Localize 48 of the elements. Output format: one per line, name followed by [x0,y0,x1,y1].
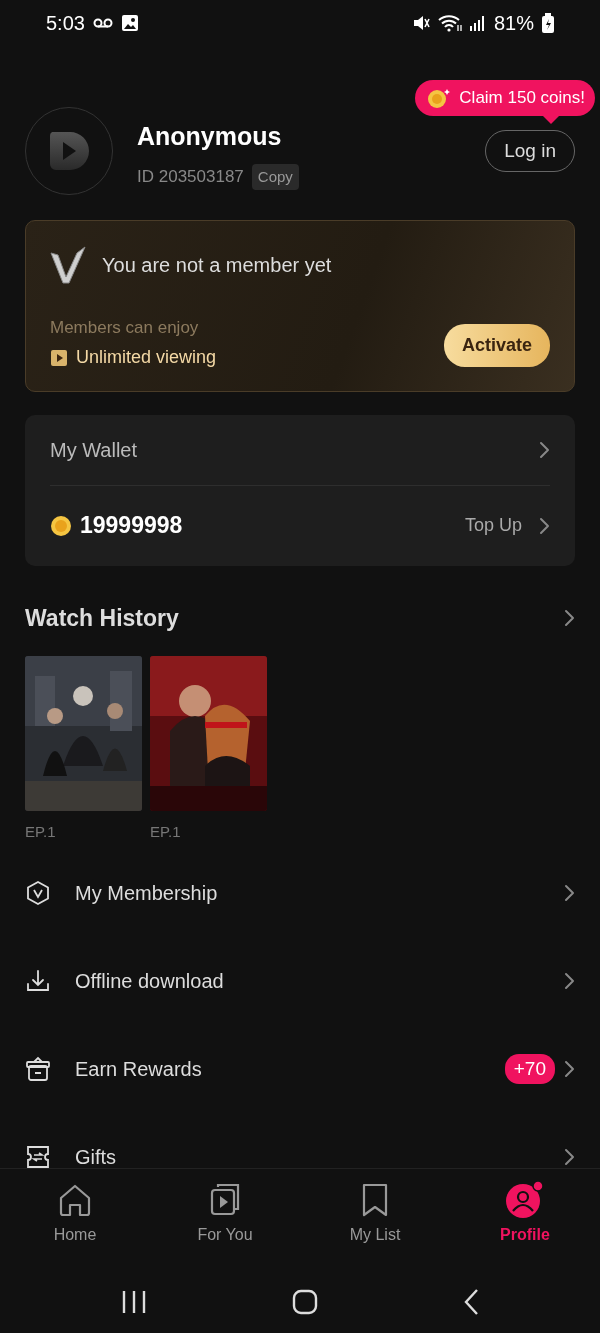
chevron-icon [538,515,550,536]
download-icon [25,968,51,994]
user-id: ID 203503187 [137,166,244,188]
benefit-text: Unlimited viewing [76,346,217,369]
activate-button[interactable]: Activate [443,324,550,367]
image-icon [120,13,139,32]
membership-title: You are not a member yet [102,253,332,278]
menu-item[interactable]: Earn Rewards +70 [25,1025,575,1113]
chevron-icon [563,1147,575,1167]
mute-icon [411,13,430,32]
nav-tab[interactable]: Home [0,1169,150,1270]
recent-apps-icon[interactable] [120,1289,147,1314]
clock: 5:03 [46,10,85,36]
signal-icon [469,14,486,31]
nav-tab[interactable]: My List [300,1169,450,1270]
ticket-icon [25,1144,51,1168]
menu-item[interactable]: Offline download [25,937,575,1025]
video-icon [50,348,68,367]
wifi-icon [437,13,462,32]
chevron-icon [563,883,575,903]
wallet-row[interactable]: My Wallet [50,415,550,485]
chevron-icon[interactable] [563,608,575,629]
top-up-button[interactable]: Top Up [464,512,550,539]
episode-label: EP.1 [150,821,182,842]
benefits-label: Members can enjoy [50,316,200,339]
chevron-icon [538,440,550,460]
home-button-icon[interactable] [292,1288,318,1315]
battery-icon [542,12,554,33]
chevron-icon [563,1059,575,1079]
section-title: Watch History [25,604,180,633]
copy-button[interactable]: Copy [251,163,299,190]
nav-tab[interactable]: For You [150,1169,300,1270]
nav-tab[interactable]: Profile [450,1169,600,1270]
menu-item[interactable]: Gifts [25,1113,575,1168]
v-logo-icon [50,245,86,285]
reward-badge: +70 [504,1053,555,1085]
user-name: Anonymous [137,121,283,152]
coin-icon [50,514,72,537]
back-icon[interactable] [463,1287,480,1316]
gift-box-icon [25,1056,51,1082]
profile-icon [505,1181,545,1219]
coin-balance: 19999998 [80,511,183,541]
voicemail-icon [92,16,113,29]
chevron-icon [563,971,575,991]
membership-icon [25,880,51,906]
episode-label: EP.1 [25,821,57,842]
battery-level: 81% [493,10,534,36]
menu-item[interactable]: My Membership [25,849,575,937]
